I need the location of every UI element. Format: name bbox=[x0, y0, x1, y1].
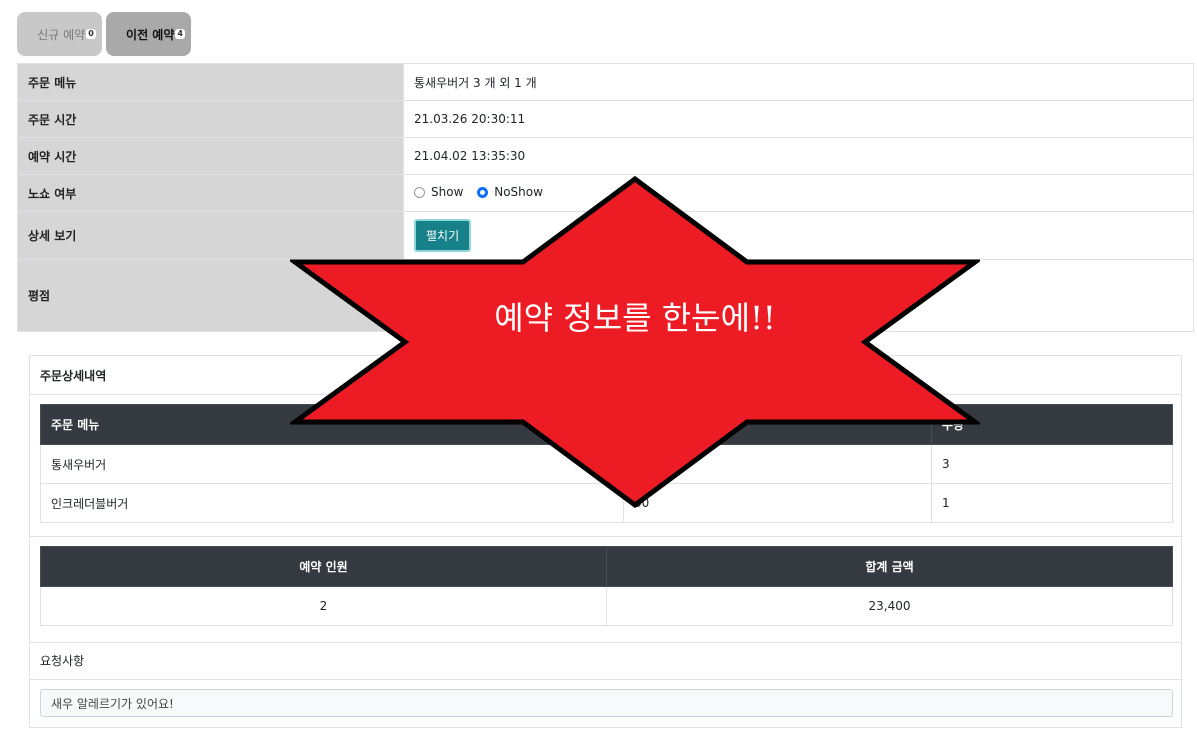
order-time-value: 21.03.26 20:30:11 bbox=[403, 100, 1194, 138]
tab-bar: 신규 예약 0 이전 예약 4 bbox=[17, 12, 191, 56]
divider bbox=[30, 536, 1181, 537]
starburst-shape bbox=[290, 176, 980, 508]
tab-previous-reservation-count-badge: 4 bbox=[175, 29, 185, 39]
summary-header-row: 예약 인원 합계 금액 bbox=[40, 546, 1173, 587]
party-size-value: 2 bbox=[40, 586, 607, 626]
order-menu-label: 주문 메뉴 bbox=[17, 63, 404, 101]
banner-starburst bbox=[290, 176, 980, 508]
tab-new-reservation-count-badge: 0 bbox=[86, 29, 96, 39]
column-header-party-size: 예약 인원 bbox=[40, 546, 607, 587]
order-time-label: 주문 시간 bbox=[17, 100, 404, 138]
banner-text: 예약 정보를 한눈에!! bbox=[494, 299, 776, 337]
request-label: 요청사항 bbox=[40, 654, 85, 668]
column-header-total-amount: 합계 금액 bbox=[606, 546, 1173, 587]
tab-previous-reservation[interactable]: 이전 예약 4 bbox=[106, 12, 191, 56]
row-reserve-time: 예약 시간 21.04.02 13:35:30 bbox=[17, 137, 1194, 175]
reservation-summary-table: 예약 인원 합계 금액 2 23,400 bbox=[40, 546, 1173, 626]
tab-new-reservation[interactable]: 신규 예약 0 bbox=[17, 12, 102, 56]
tab-previous-reservation-label: 이전 예약 bbox=[126, 27, 175, 42]
total-amount-value: 23,400 bbox=[606, 586, 1173, 626]
request-field[interactable] bbox=[40, 689, 1173, 717]
divider bbox=[30, 642, 1181, 643]
reserve-time-value: 21.04.02 13:35:30 bbox=[403, 137, 1194, 175]
row-order-menu: 주문 메뉴 통새우버거 3 개 외 1 개 bbox=[17, 63, 1194, 101]
tab-new-reservation-label: 신규 예약 bbox=[37, 27, 86, 42]
order-menu-value: 통새우버거 3 개 외 1 개 bbox=[403, 63, 1194, 101]
row-order-time: 주문 시간 21.03.26 20:30:11 bbox=[17, 100, 1194, 138]
reserve-time-label: 예약 시간 bbox=[17, 137, 404, 175]
summary-value-row: 2 23,400 bbox=[40, 586, 1173, 626]
divider bbox=[30, 679, 1181, 680]
